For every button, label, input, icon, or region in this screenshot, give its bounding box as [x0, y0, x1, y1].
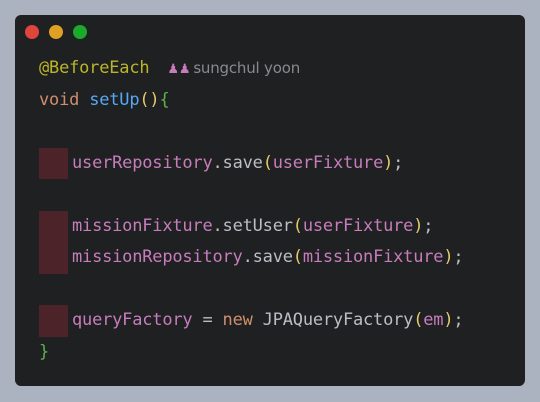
code-line-signature: void setUp(){ — [39, 85, 517, 117]
semicolon: ; — [453, 310, 464, 330]
receiver: userRepository — [72, 152, 213, 173]
call: .setUser — [212, 215, 293, 236]
semicolon: ; — [423, 215, 434, 236]
minimize-dot[interactable] — [49, 25, 63, 39]
argument: userFixture — [272, 152, 384, 173]
rparen: ) — [383, 152, 394, 173]
rparen: ) — [413, 215, 424, 236]
rparen: ) — [443, 310, 454, 330]
method-parens: () — [139, 89, 160, 110]
code-line-annotation: @BeforeEach ♟♟ sungchul yoon — [39, 53, 517, 85]
receiver: missionRepository — [72, 247, 243, 267]
author-inlay[interactable]: ♟♟ sungchul yoon — [167, 53, 300, 86]
assign-operator: = — [192, 310, 223, 330]
lparen: ( — [292, 215, 303, 236]
return-type: void — [39, 89, 80, 110]
new-keyword: new — [222, 310, 253, 330]
call: .save — [242, 247, 293, 267]
open-brace: { — [159, 89, 170, 110]
method-name: setUp — [89, 89, 140, 110]
code-line-user-save: userRepository.save(userFixture); — [39, 147, 517, 179]
semicolon: ; — [393, 152, 404, 173]
author-name: sungchul yoon — [193, 59, 300, 77]
argument: userFixture — [302, 215, 414, 236]
close-dot[interactable] — [25, 25, 39, 39]
change-marker — [39, 210, 68, 242]
receiver: missionFixture — [72, 215, 213, 236]
code-window: @BeforeEach ♟♟ sungchul yoon void setUp(){… — [15, 15, 525, 386]
people-icon: ♟♟ — [167, 62, 191, 77]
close-brace: } — [39, 341, 50, 362]
code-block: @BeforeEach ♟♟ sungchul yoon void setUp(){… — [39, 53, 517, 368]
lparen: ( — [262, 152, 273, 173]
call: .save — [212, 152, 263, 173]
change-marker — [39, 147, 68, 179]
code-line-mission-setuser: missionFixture.setUser(userFixture); — [39, 210, 517, 242]
window-controls — [25, 25, 87, 39]
code-line-mission-save: missionRepository.save(missionFixture); — [39, 242, 517, 274]
argument: missionFixture — [302, 247, 444, 267]
code-line-query-factory: queryFactory = new JPAQueryFactory(em); — [39, 305, 517, 337]
lparen: ( — [413, 310, 424, 330]
annotation: @BeforeEach — [39, 58, 150, 78]
semicolon: ; — [453, 247, 464, 267]
lparen: ( — [292, 247, 303, 267]
change-marker — [39, 242, 68, 274]
rparen: ) — [443, 247, 454, 267]
code-line-close: } — [39, 337, 517, 369]
field-name: queryFactory — [72, 310, 193, 330]
maximize-dot[interactable] — [73, 25, 87, 39]
change-marker — [39, 305, 68, 337]
argument: em — [423, 310, 444, 330]
type-name: JPAQueryFactory — [252, 310, 414, 330]
